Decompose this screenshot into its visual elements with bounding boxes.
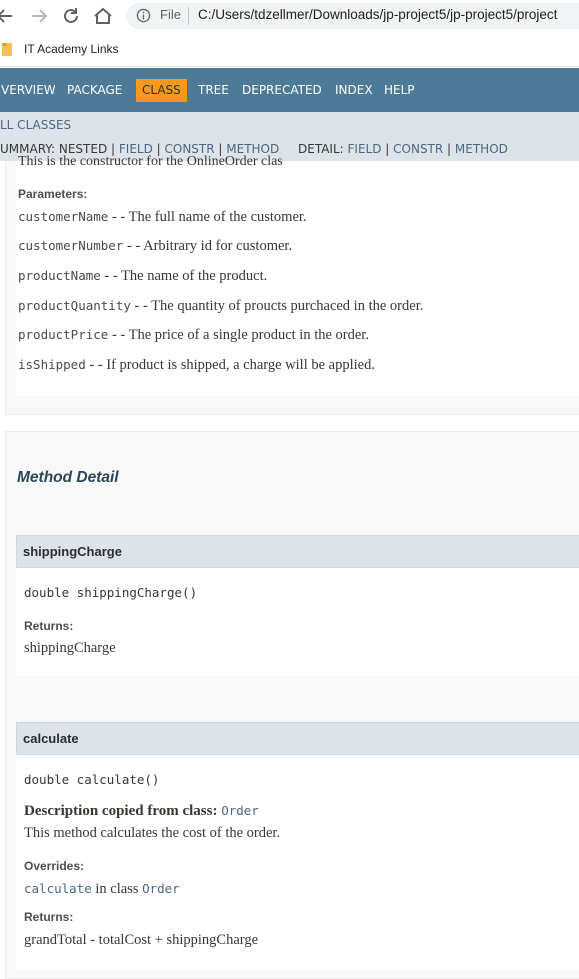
method-name: shippingCharge <box>23 544 122 559</box>
constructor-description: This is the constructor for the OnlineOr… <box>18 154 283 169</box>
param-item: productPrice - - The price of a single p… <box>18 327 369 344</box>
returns-label: Returns: <box>24 619 74 633</box>
nav-class-label: CLASS <box>142 83 181 97</box>
param-name: customerName <box>18 209 109 224</box>
nav-deprecated[interactable]: DEPRECATED <box>242 83 322 97</box>
detail-constr-link[interactable]: CONSTR <box>393 142 443 156</box>
info-icon[interactable] <box>136 8 151 23</box>
detail-links: DETAIL: FIELD | CONSTR | METHOD <box>298 142 508 156</box>
detail-sep: | <box>443 142 455 156</box>
parameters-label: Parameters: <box>18 187 88 201</box>
back-icon[interactable] <box>0 5 16 27</box>
forward-icon[interactable] <box>28 5 50 27</box>
param-desc: - - The full name of the customer. <box>108 209 307 225</box>
bookmarks-bar: IT Academy Links <box>0 33 579 67</box>
param-desc: - - Arbitrary id for customer. <box>123 238 293 254</box>
param-name: isShipped <box>18 357 86 372</box>
overrides-line: calculate in class Order <box>24 881 180 898</box>
detail-prefix: DETAIL: <box>298 142 348 156</box>
bookmark-it-academy-links[interactable]: IT Academy Links <box>24 42 119 56</box>
home-icon[interactable] <box>92 5 114 27</box>
address-url[interactable]: C:/Users/tdzellmer/Downloads/jp-project5… <box>198 7 557 22</box>
param-name: customerNumber <box>18 238 124 253</box>
param-item: productQuantity - - The quantity of prou… <box>18 298 423 315</box>
param-name: productQuantity <box>18 298 131 313</box>
nav-overview[interactable]: VERVIEW <box>1 83 56 97</box>
param-name: productPrice <box>18 327 109 342</box>
method-detail-heading: Method Detail <box>17 469 119 486</box>
address-divider <box>188 7 189 25</box>
method-block-shippingcharge: shippingCharge double shippingCharge() R… <box>16 535 579 676</box>
param-desc: - - If product is shipped, a charge will… <box>85 357 375 373</box>
order-class-link[interactable]: Order <box>221 803 259 818</box>
bookmark-folder-icon <box>2 43 12 56</box>
page-content: This is the constructor for the OnlineOr… <box>0 154 579 979</box>
method-block-calculate: calculate double calculate() Description… <box>16 722 579 970</box>
javadoc-top-nav: VERVIEW PACKAGE CLASS TREE DEPRECATED IN… <box>0 68 579 112</box>
returns-label: Returns: <box>24 910 74 924</box>
overrides-method-link[interactable]: calculate <box>24 881 92 896</box>
detail-field-link[interactable]: FIELD <box>348 142 382 156</box>
param-desc: - - The name of the product. <box>100 268 268 284</box>
returns-value: grandTotal - totalCost + shippingCharge <box>24 932 259 948</box>
param-desc: - - The price of a single product in the… <box>108 327 369 343</box>
all-classes-link[interactable]: LL CLASSES <box>0 118 71 132</box>
returns-value: shippingCharge <box>24 640 116 656</box>
method-description: This method calculates the cost of the o… <box>24 825 281 841</box>
constructor-detail-section <box>5 161 579 415</box>
method-detail-section: Method Detail shippingCharge double ship… <box>5 431 579 979</box>
detail-method-link[interactable]: METHOD <box>455 142 508 156</box>
reload-icon[interactable] <box>60 5 82 27</box>
param-item: customerNumber - - Arbitrary id for cust… <box>18 238 292 255</box>
nav-tree[interactable]: TREE <box>198 83 229 97</box>
param-item: customerName - - The full name of the cu… <box>18 209 307 226</box>
nav-help[interactable]: HELP <box>384 83 415 97</box>
method-name: calculate <box>23 731 79 746</box>
description-copied-label: Description copied from class: <box>24 803 222 819</box>
nav-class[interactable]: CLASS <box>136 79 187 102</box>
method-header: shippingCharge <box>16 535 579 568</box>
param-item: productName - - The name of the product. <box>18 268 267 285</box>
nav-package[interactable]: PACKAGE <box>67 83 122 97</box>
method-header: calculate <box>16 722 579 755</box>
address-bar[interactable]: File C:/Users/tdzellmer/Downloads/jp-pro… <box>126 3 579 29</box>
description-copied-heading: Description copied from class: Order <box>24 803 259 820</box>
overrides-in-text: in class <box>91 881 143 897</box>
param-item: isShipped - - If product is shipped, a c… <box>18 357 375 374</box>
param-name: productName <box>18 268 101 283</box>
detail-sep: | <box>381 142 394 156</box>
address-scheme-label: File <box>160 7 181 22</box>
overrides-class-link[interactable]: Order <box>142 881 180 896</box>
method-signature: double shippingCharge() <box>24 585 198 600</box>
param-desc: - - The quantity of proucts purchaced in… <box>130 298 424 314</box>
method-signature: double calculate() <box>24 772 160 787</box>
nav-index[interactable]: INDEX <box>335 83 373 97</box>
browser-toolbar: File C:/Users/tdzellmer/Downloads/jp-pro… <box>0 0 579 33</box>
overrides-label: Overrides: <box>24 859 85 873</box>
